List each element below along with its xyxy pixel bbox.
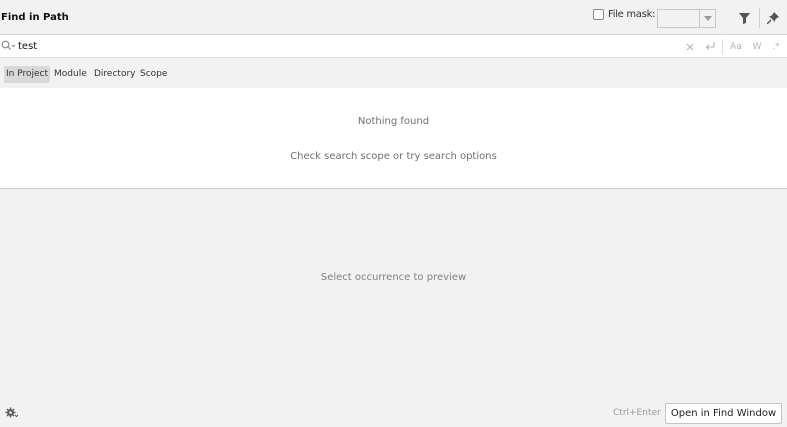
dialog-title: Find in Path: [1, 12, 69, 23]
search-icon[interactable]: [1, 40, 16, 51]
tab-in-project[interactable]: In Project: [4, 66, 51, 83]
match-case-toggle[interactable]: Aa: [728, 39, 744, 54]
search-input[interactable]: [18, 38, 618, 55]
scope-bar: In Project Module Directory Scope: [0, 58, 787, 88]
file-mask-checkbox[interactable]: [593, 9, 604, 20]
clear-icon[interactable]: [685, 39, 695, 54]
preview-panel: Select occurrence to preview: [0, 190, 787, 400]
tab-scope[interactable]: Scope: [138, 66, 169, 83]
tab-directory[interactable]: Directory: [92, 66, 137, 83]
file-mask-combo[interactable]: [657, 9, 716, 28]
filter-icon[interactable]: [737, 11, 751, 25]
file-mask-value[interactable]: [658, 10, 699, 27]
pin-icon[interactable]: [766, 11, 780, 25]
results-panel: Nothing found Check search scope or try …: [0, 88, 787, 189]
open-in-find-window-button[interactable]: Open in Find Window: [665, 403, 782, 424]
words-toggle[interactable]: W: [750, 39, 764, 54]
file-mask-label: File mask:: [608, 9, 656, 20]
empty-results-title: Nothing found: [357, 116, 430, 127]
dialog-footer: Ctrl+Enter Open in Find Window: [0, 400, 787, 427]
dialog-header: Find in Path File mask:: [0, 0, 787, 35]
gear-icon[interactable]: [5, 406, 19, 422]
toolbar-separator: [759, 8, 760, 28]
newline-icon[interactable]: [704, 39, 716, 54]
shortcut-hint: Ctrl+Enter: [613, 408, 661, 418]
file-mask-toggle[interactable]: File mask:: [593, 9, 655, 20]
search-separator: [722, 39, 723, 54]
tab-module[interactable]: Module: [52, 66, 89, 83]
empty-results-hint: Check search scope or try search options: [290, 151, 497, 162]
search-bar: Aa W .*: [0, 35, 787, 58]
preview-message: Select occurrence to preview: [320, 272, 467, 283]
regex-toggle[interactable]: .*: [770, 39, 782, 54]
chevron-down-icon[interactable]: [699, 10, 715, 27]
